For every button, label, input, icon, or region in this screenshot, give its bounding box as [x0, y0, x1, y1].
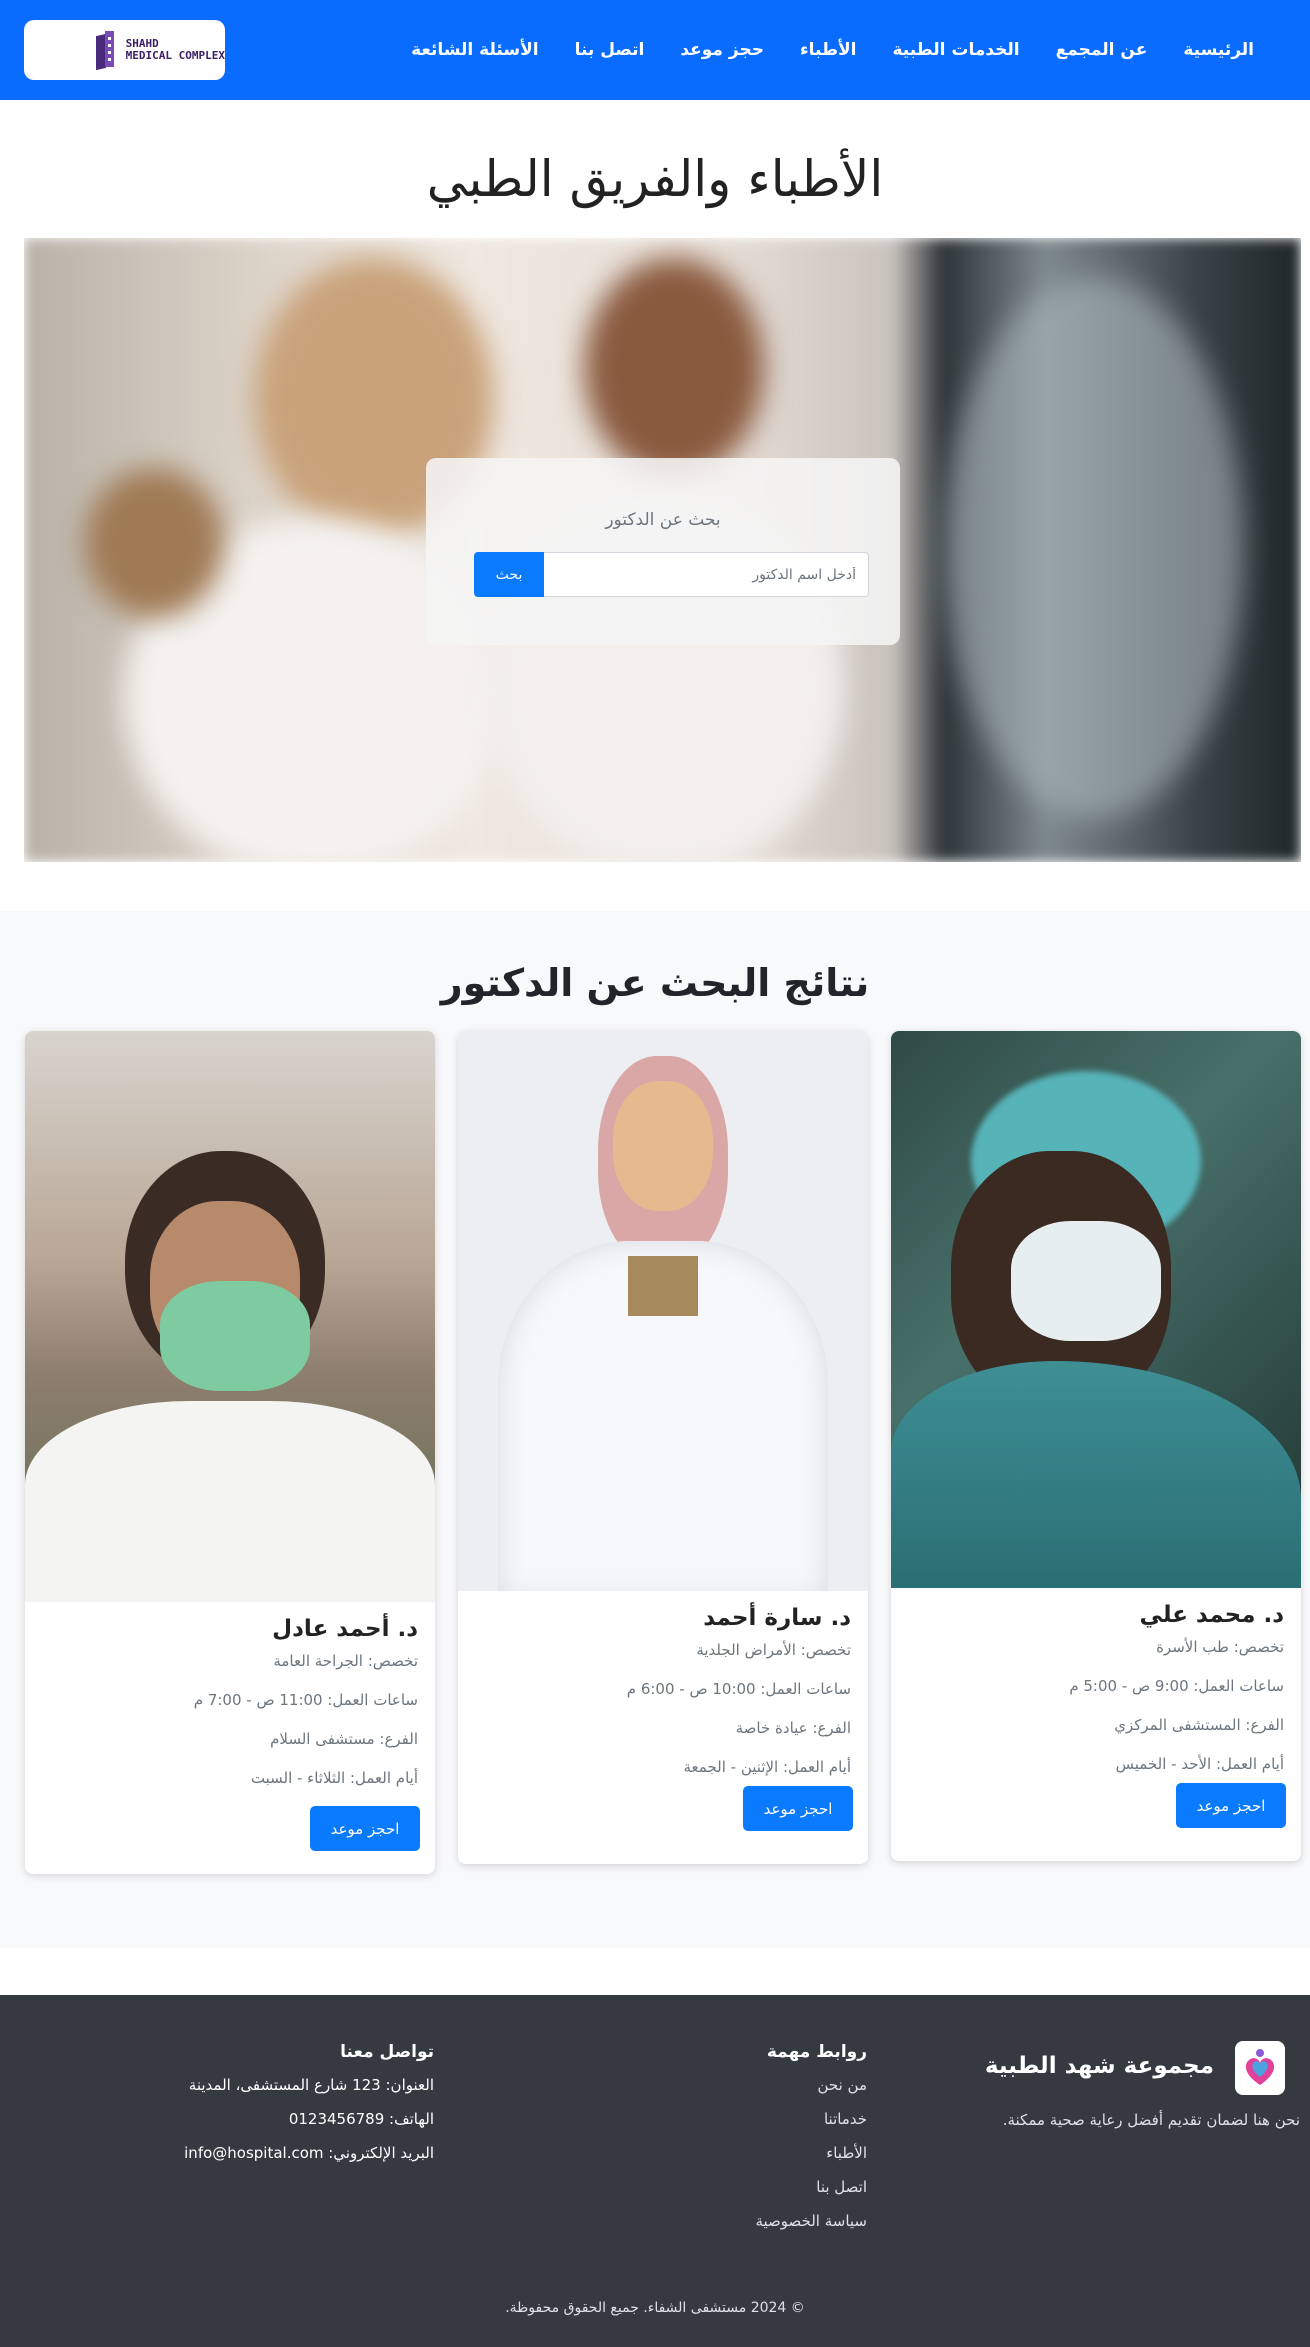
copyright: © 2024 مستشفى الشفاء. جميع الحقوق محفوظة… [505, 2300, 805, 2316]
footer-link-services[interactable]: خدماتنا [824, 2110, 867, 2128]
nav-link-home[interactable]: الرئيسية [1183, 40, 1254, 60]
doctor-search-input[interactable] [543, 552, 869, 597]
brand-text: SHAHD MEDICAL COMPLEX [126, 38, 225, 62]
doctor-name: د. أحمد عادل [272, 1616, 418, 1642]
doctor-card: د. سارة أحمد تخصص: الأمراض الجلدية ساعات… [458, 1031, 868, 1864]
nav-link-faq[interactable]: الأسئلة الشائعة [411, 40, 539, 60]
footer-brand: مجموعة شهد الطبية [984, 2053, 1214, 2079]
results-section: نتائج البحث عن الدكتور د. محمد علي تخصص:… [0, 911, 1310, 1948]
footer-contact-title: تواصل معنا [340, 2042, 434, 2062]
footer-description: نحن هنا لضمان تقديم أفضل رعاية صحية ممكن… [1002, 2111, 1300, 2129]
doctor-hours: ساعات العمل: 9:00 ص - 5:00 م [1069, 1677, 1284, 1695]
doctor-hours: ساعات العمل: 11:00 ص - 7:00 م [193, 1691, 418, 1709]
search-card: بحث عن الدكتور بحث [426, 458, 900, 645]
footer-address: العنوان: 123 شارع المستشفى، المدينة [188, 2076, 434, 2094]
footer-link-about[interactable]: من نحن [818, 2076, 868, 2094]
doctor-branch: الفرع: مستشفى السلام [270, 1730, 418, 1748]
doctor-photo [891, 1031, 1301, 1588]
doctor-name: د. محمد علي [1139, 1602, 1284, 1628]
results-title: نتائج البحث عن الدكتور [440, 961, 870, 1005]
doctor-name: د. سارة أحمد [703, 1605, 851, 1631]
book-appointment-button[interactable]: احجز موعد [1176, 1783, 1286, 1828]
footer-link-contact[interactable]: اتصل بنا [816, 2178, 867, 2196]
nav-link-contact[interactable]: اتصل بنا [575, 40, 645, 60]
site-footer: مجموعة شهد الطبية نحن هنا لضمان تقديم أف… [0, 1995, 1310, 2347]
book-appointment-button[interactable]: احجز موعد [310, 1806, 420, 1851]
brand-wrap: SHAHD MEDICAL COMPLEX [95, 31, 225, 71]
brand-line2: MEDICAL COMPLEX [125, 49, 225, 62]
footer-links-title: روابط مهمة [766, 2042, 867, 2062]
doctor-days: أيام العمل: الإثنين - الجمعة [683, 1758, 851, 1776]
search-label: بحث عن الدكتور [605, 510, 721, 530]
nav-link-services[interactable]: الخدمات الطبية [892, 40, 1019, 60]
building-logo-icon [95, 31, 114, 71]
nav-link-about[interactable]: عن المجمع [1056, 40, 1148, 60]
nav-link-doctors[interactable]: الأطباء [800, 40, 857, 60]
search-button[interactable]: بحث [474, 552, 544, 597]
doctor-specialty: تخصص: الأمراض الجلدية [696, 1641, 851, 1659]
top-navbar: SHAHD MEDICAL COMPLEX الرئيسية عن المجمع… [0, 0, 1310, 100]
footer-link-doctors[interactable]: الأطباء [826, 2144, 867, 2162]
book-appointment-button[interactable]: احجز موعد [743, 1786, 853, 1831]
footer-phone: الهاتف: 0123456789 [288, 2110, 434, 2128]
footer-link-privacy[interactable]: سياسة الخصوصية [755, 2212, 867, 2230]
doctor-specialty: تخصص: طب الأسرة [1156, 1638, 1284, 1656]
doctor-card: د. محمد علي تخصص: طب الأسرة ساعات العمل:… [891, 1031, 1301, 1861]
brand-logo[interactable]: SHAHD MEDICAL COMPLEX [24, 20, 225, 80]
doctor-photo [25, 1031, 435, 1602]
doctor-branch: الفرع: المستشفى المركزي [1114, 1716, 1284, 1734]
page-title: الأطباء والفريق الطبي [426, 150, 884, 208]
hearts-logo-icon [1235, 2041, 1285, 2095]
doctor-hours: ساعات العمل: 10:00 ص - 6:00 م [626, 1680, 851, 1698]
doctor-photo [458, 1031, 868, 1591]
doctor-specialty: تخصص: الجراحة العامة [273, 1652, 418, 1670]
doctor-days: أيام العمل: الأحد - الخميس [1115, 1755, 1284, 1773]
nav-links: الرئيسية عن المجمع الخدمات الطبية الأطبا… [411, 0, 1254, 100]
footer-email: البريد الإلكتروني: info@hospital.com [184, 2144, 434, 2162]
nav-link-booking[interactable]: حجز موعد [680, 40, 764, 60]
doctor-branch: الفرع: عيادة خاصة [735, 1719, 851, 1737]
doctor-days: أيام العمل: الثلاثاء - السبت [250, 1769, 418, 1787]
doctor-card: د. أحمد عادل تخصص: الجراحة العامة ساعات … [25, 1031, 435, 1874]
